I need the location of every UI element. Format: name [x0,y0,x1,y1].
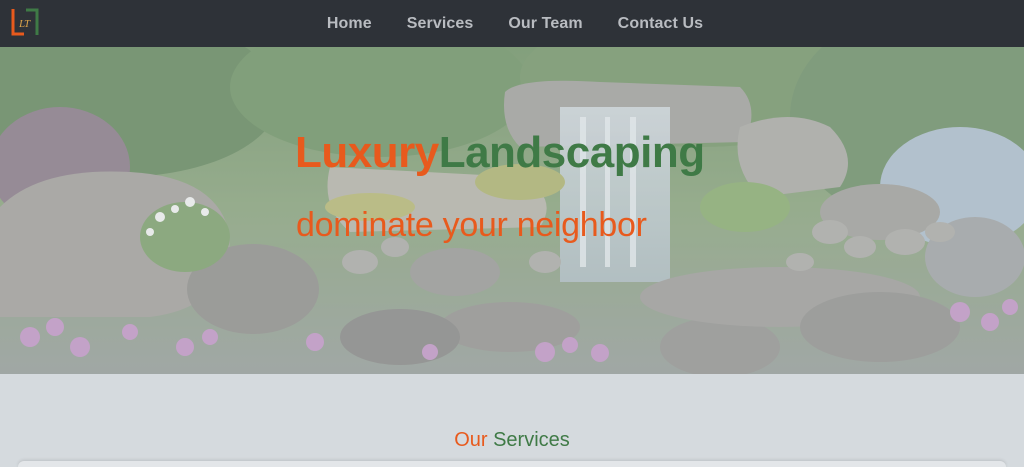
lt-monogram-icon: L T [11,8,39,36]
services-card-top-edge [18,461,1006,467]
logo-icon[interactable]: L T [10,7,40,37]
services-heading-our: Our [454,429,488,451]
hero-section: LuxuryLandscaping dominate your neighbor [0,47,1024,374]
svg-text:T: T [24,18,31,30]
nav-home[interactable]: Home [327,15,372,33]
navbar: L T Home Services Our Team Contact Us [0,0,1024,47]
services-heading-services: Services [493,429,570,451]
main-nav: Home Services Our Team Contact Us [327,15,703,33]
nav-contact-us[interactable]: Contact Us [618,15,703,33]
services-section: Our Services [0,374,1024,467]
hero-title: LuxuryLandscaping [295,128,705,178]
nav-services[interactable]: Services [407,15,474,33]
services-heading: Our Services [0,429,1024,452]
hero-subtitle: dominate your neighbor [296,206,647,244]
nav-our-team[interactable]: Our Team [508,15,582,33]
hero-title-luxury: Luxury [295,128,439,177]
hero-title-landscaping: Landscaping [438,128,705,177]
